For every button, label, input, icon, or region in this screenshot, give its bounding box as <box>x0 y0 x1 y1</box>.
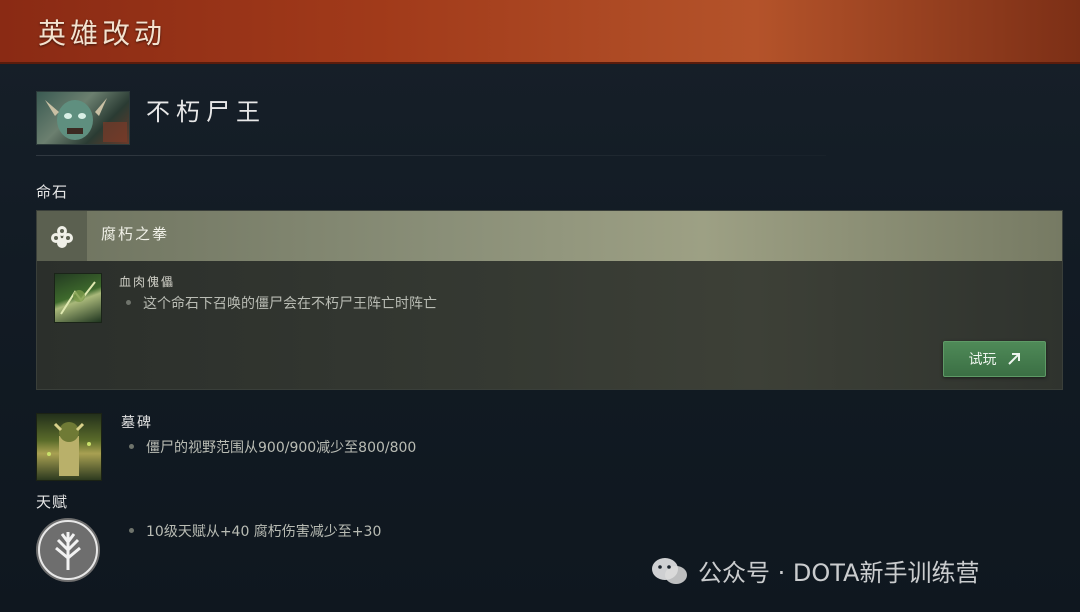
try-button-label: 试玩 <box>968 352 997 368</box>
hero-portrait <box>36 91 130 145</box>
facet-header: 腐朽之拳 <box>37 211 1062 261</box>
divider <box>36 155 826 156</box>
try-button[interactable]: 试玩 <box>943 341 1046 377</box>
tombstone-icon <box>36 413 102 481</box>
ability-bullet: 这个命石下召唤的僵尸会在不朽尸王阵亡时阵亡 <box>126 293 437 313</box>
talent-bullet: 10级天赋从+40 腐朽伤害减少至+30 <box>128 521 381 541</box>
facet-card: 腐朽之拳 血肉傀儡 这个命石下召唤的僵尸会在不朽尸王阵亡时阵亡 试玩 <box>36 210 1063 390</box>
tombstone-bullet: 僵尸的视野范围从900/900减少至800/800 <box>128 437 416 457</box>
watermark-text: 公众号 · DOTA新手训练营 <box>698 559 980 587</box>
tombstone-name: 墓碑 <box>121 415 153 431</box>
ability-name: 血肉傀儡 <box>119 275 176 289</box>
watermark: 公众号 · DOTA新手训练营 <box>650 553 979 588</box>
facet-name: 腐朽之拳 <box>101 225 170 243</box>
talent-tree-icon <box>36 518 100 582</box>
facet-cluster-icon <box>37 211 87 261</box>
facet-section-label: 命石 <box>36 183 69 201</box>
arrow-up-right-icon <box>1007 353 1020 365</box>
facet-body: 血肉傀儡 这个命石下召唤的僵尸会在不朽尸王阵亡时阵亡 试玩 <box>37 261 1062 389</box>
flesh-golem-icon <box>54 273 102 323</box>
talent-section-label: 天赋 <box>36 493 69 511</box>
header-banner: 英雄改动 <box>0 0 1080 64</box>
page-title: 英雄改动 <box>38 17 167 50</box>
wechat-icon <box>652 557 687 584</box>
hero-name: 不朽尸王 <box>146 98 266 126</box>
